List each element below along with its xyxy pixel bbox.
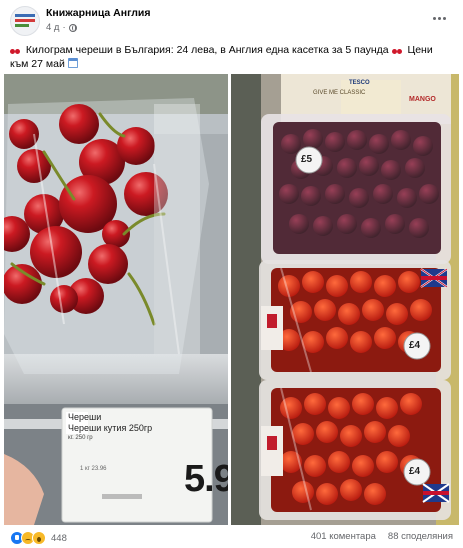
comments-count[interactable]: 401 коментара (311, 531, 376, 542)
top-box-brand: TESCO (349, 80, 370, 86)
calendar-emoji-icon (67, 58, 78, 68)
post-text-main: Килограм череши в България: 24 лева, в А… (25, 44, 389, 56)
post-text: Килограм череши в България: 24 лева, в А… (10, 43, 450, 71)
photo-grid: Череши Череши кутия 250гр кг. 250 гр 1 к… (4, 74, 459, 525)
reaction-count: 448 (51, 532, 67, 544)
top-box-label: GIVE ME CLASSIC (313, 90, 366, 96)
post-header: Книжарница Англия 4 д · (0, 0, 463, 40)
photo-fruit-england[interactable]: GIVE ME CLASSIC TESCO MANGO £5 £4 £4 (231, 74, 459, 525)
cherries-emoji-icon (10, 45, 21, 54)
page-name[interactable]: Книжарница Англия (46, 7, 150, 19)
england-fruit-photo-image (231, 74, 459, 525)
globe-icon (68, 23, 77, 32)
label-title: Череши (68, 412, 102, 422)
shelf-price-label: Череши Череши кутия 250гр кг. 250 гр 1 к… (66, 412, 228, 516)
more-options-icon[interactable] (431, 11, 447, 25)
post-footer: 448 401 коментара 88 споделяния (0, 528, 463, 548)
label-product: Череши кутия 250гр (68, 423, 153, 433)
cherries-price-sticker: £5 (301, 154, 313, 165)
top-box-product: MANGO (409, 96, 436, 103)
reactions-summary[interactable]: 448 (10, 531, 67, 545)
post-time[interactable]: 4 д (46, 22, 59, 33)
photo-cherries-bulgaria[interactable]: Череши Череши кутия 250гр кг. 250 гр 1 к… (4, 74, 228, 525)
label-unit-price: 1 кг 23.96 (80, 466, 107, 472)
strawberries-price-sticker-2: £4 (409, 466, 421, 477)
label-weight: кг. 250 гр (68, 435, 93, 441)
cherries-emoji-icon (391, 45, 403, 54)
label-price: 5.9 (184, 458, 228, 500)
page-avatar[interactable] (10, 6, 40, 36)
strawberries-price-sticker-1: £4 (409, 340, 421, 351)
post-meta: 4 д · (46, 22, 77, 33)
post-stats: 401 коментара 88 споделяния (311, 531, 453, 542)
wow-reaction-icon (32, 531, 46, 545)
shares-count[interactable]: 88 споделяния (388, 531, 453, 542)
